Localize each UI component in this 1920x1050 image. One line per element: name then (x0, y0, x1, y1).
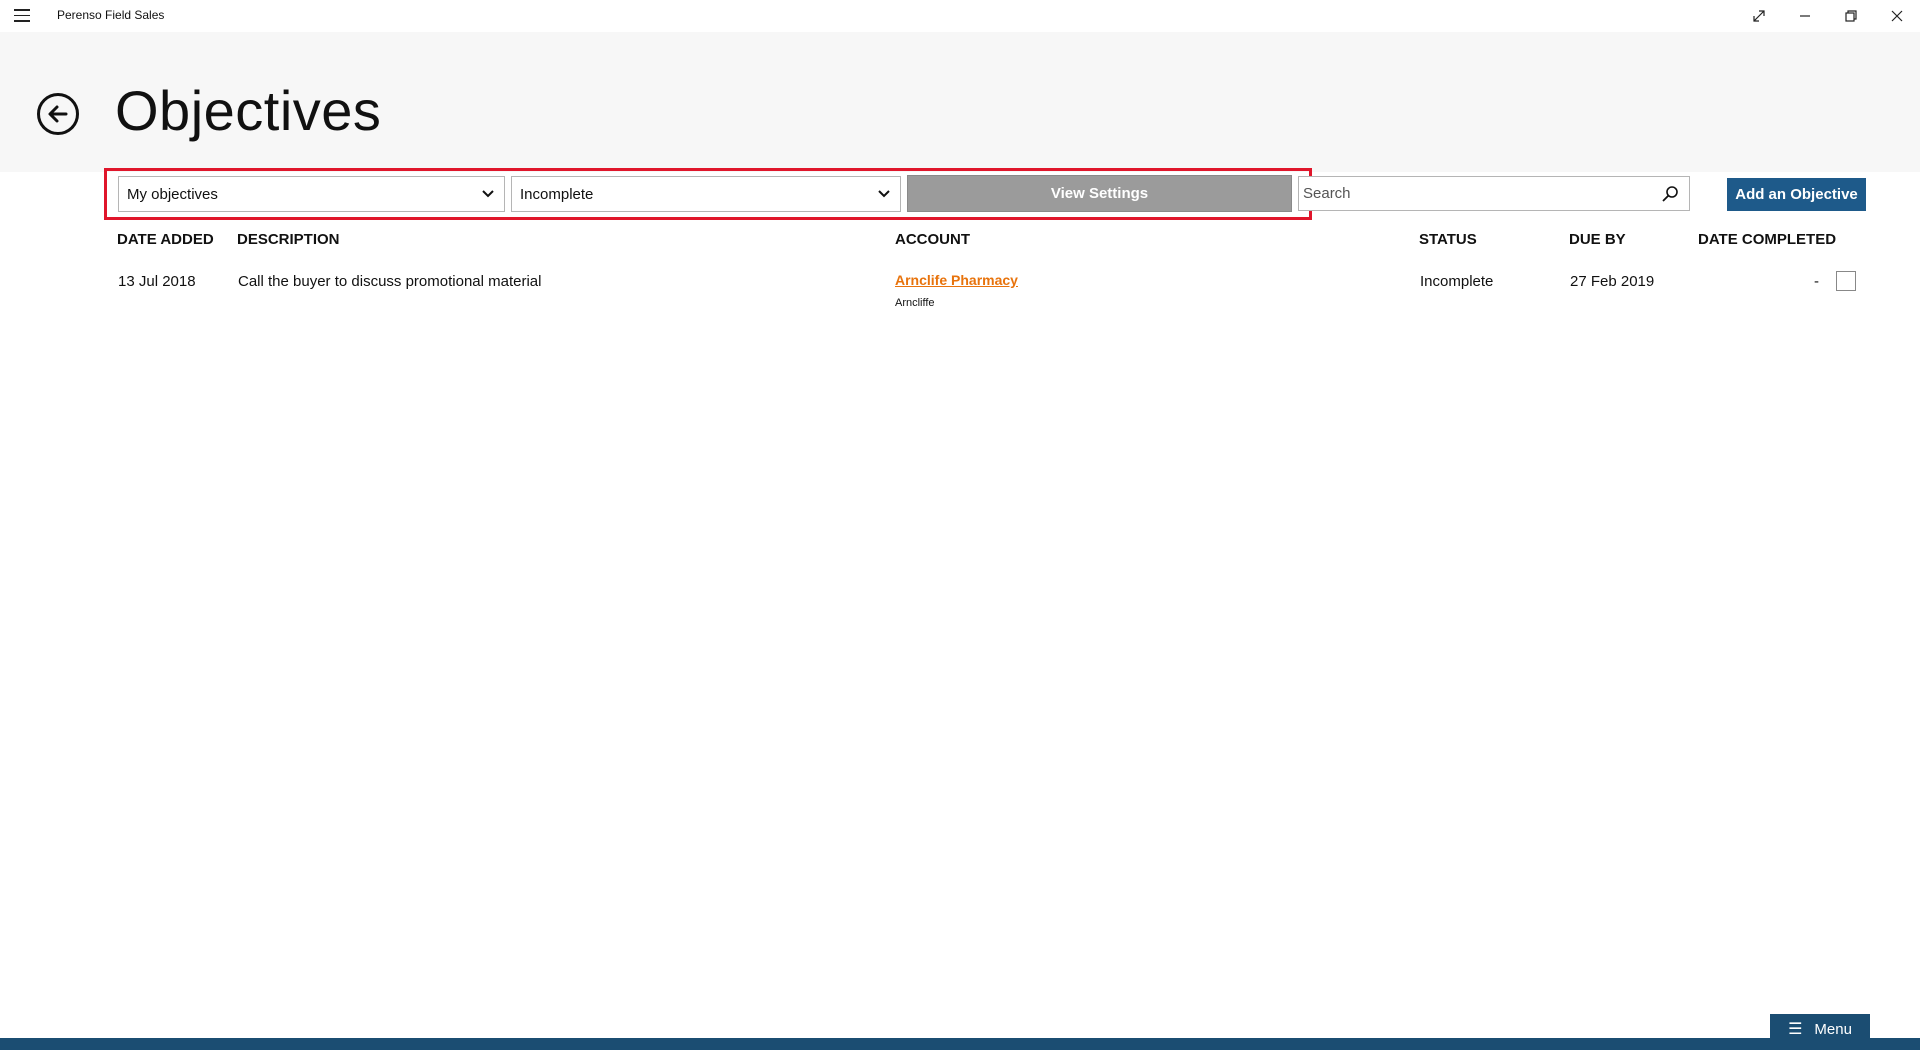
search-input[interactable] (1303, 177, 1643, 210)
chevron-down-icon (878, 190, 890, 198)
restore-icon[interactable] (1828, 0, 1874, 32)
page-title: Objectives (115, 79, 382, 142)
column-header-account[interactable]: ACCOUNT (895, 231, 970, 248)
search-icon[interactable] (1661, 185, 1679, 203)
complete-checkbox[interactable] (1836, 271, 1856, 291)
app-menu-icon[interactable] (14, 9, 30, 23)
date-added-cell: 13 Jul 2018 (118, 273, 196, 290)
account-suburb: Arncliffe (895, 297, 935, 309)
search-box (1298, 176, 1690, 211)
menu-button[interactable]: ☰ Menu (1770, 1014, 1870, 1044)
due-by-cell: 27 Feb 2019 (1570, 273, 1655, 290)
back-arrow-icon[interactable] (37, 93, 79, 135)
column-header-date-added[interactable]: DATE ADDED (117, 231, 214, 248)
account-link[interactable]: Arnclife Pharmacy (895, 272, 1018, 288)
bottom-app-bar (0, 1038, 1920, 1050)
status-filter-value: Incomplete (520, 185, 594, 203)
add-objective-button[interactable]: Add an Objective (1727, 178, 1866, 211)
description-cell: Call the buyer to discuss promotional ma… (238, 273, 542, 290)
chevron-down-icon (482, 190, 494, 198)
title-bar: Perenso Field Sales (0, 0, 1920, 32)
app-title: Perenso Field Sales (57, 8, 165, 22)
column-header-date-completed[interactable]: DATE COMPLETED (1698, 231, 1836, 248)
status-filter-dropdown[interactable]: Incomplete (511, 176, 901, 212)
menu-label: Menu (1814, 1020, 1852, 1038)
owner-filter-dropdown[interactable]: My objectives (118, 176, 505, 212)
column-header-status[interactable]: STATUS (1419, 231, 1477, 248)
column-header-description[interactable]: DESCRIPTION (237, 231, 340, 248)
date-completed-cell: - (1814, 273, 1819, 290)
close-icon[interactable] (1874, 0, 1920, 32)
hamburger-icon: ☰ (1788, 1021, 1803, 1038)
view-settings-button[interactable]: View Settings (907, 175, 1292, 212)
column-header-due-by[interactable]: DUE BY (1569, 231, 1626, 248)
expand-icon[interactable] (1736, 0, 1782, 32)
owner-filter-value: My objectives (127, 185, 218, 203)
status-cell: Incomplete (1420, 273, 1494, 290)
minimize-icon[interactable] (1782, 0, 1828, 32)
